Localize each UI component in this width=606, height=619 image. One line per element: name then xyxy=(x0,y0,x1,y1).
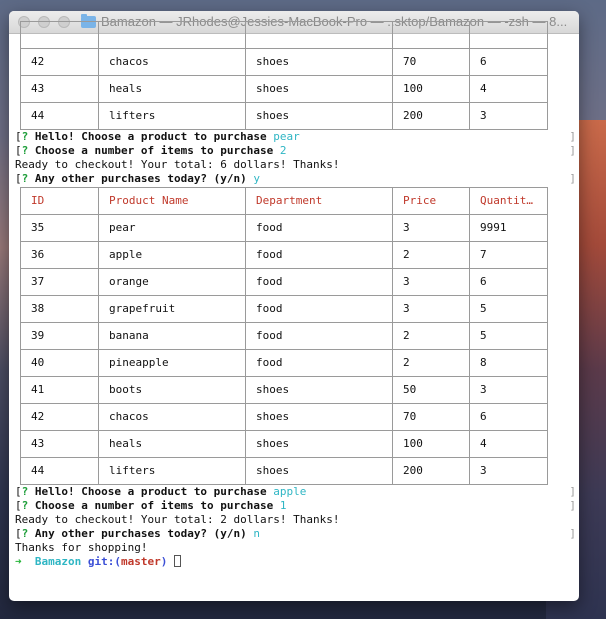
terminal-window[interactable]: Bamazon — JRhodes@Jessies-MacBook-Pro — … xyxy=(9,11,579,601)
output-line: Ready to checkout! Your total: 6 dollars… xyxy=(15,158,340,171)
output-line: Thanks for shopping! xyxy=(15,541,148,554)
answer-text: apple xyxy=(273,485,307,498)
prompt-line: [? Hello! Choose a product to purchase a… xyxy=(15,485,576,498)
terminal-output[interactable]: 42 chacos shoes 70 6 43 heals shoes 100 … xyxy=(15,21,579,601)
git-branch: master xyxy=(120,555,161,568)
text-cursor[interactable] xyxy=(173,555,181,567)
answer-text: n xyxy=(253,527,261,540)
table-row: 37 orange food 3 6 xyxy=(20,268,548,296)
prompt-line: [? Choose a number of items to purchase … xyxy=(15,144,576,157)
table-row: 42 chacos shoes 70 6 xyxy=(20,403,548,431)
shell-prompt[interactable]: ➜ Bamazon git:(master) xyxy=(15,555,579,569)
prompt-directory: Bamazon xyxy=(34,555,82,568)
table-row: 44 lifters shoes 200 3 xyxy=(20,102,548,130)
git-label: git:( xyxy=(87,555,121,568)
table-row: 39 banana food 2 5 xyxy=(20,322,548,350)
column-header: Department xyxy=(245,187,393,215)
table-row: 44 lifters shoes 200 3 xyxy=(20,457,548,485)
answer-text: y xyxy=(253,172,261,185)
table-row: 36 apple food 2 7 xyxy=(20,241,548,269)
arrow-icon: ➜ xyxy=(15,555,22,568)
column-header: Product Name xyxy=(98,187,246,215)
prompt-line: [? Hello! Choose a product to purchase p… xyxy=(15,130,576,143)
product-table: ID Product Name Department Price Quantit… xyxy=(20,187,548,485)
answer-text: 2 xyxy=(279,144,287,157)
table-row: 41 boots shoes 50 3 xyxy=(20,376,548,404)
table-header-row: ID Product Name Department Price Quantit… xyxy=(20,187,548,215)
column-header: Price xyxy=(392,187,470,215)
table-row: 38 grapefruit food 3 5 xyxy=(20,295,548,323)
output-line: Ready to checkout! Your total: 2 dollars… xyxy=(15,513,340,526)
table-row: 43 heals shoes 100 4 xyxy=(20,430,548,458)
answer-text: pear xyxy=(273,130,300,143)
prompt-line: [? Choose a number of items to purchase … xyxy=(15,499,576,512)
table-row: 35 pear food 3 9991 xyxy=(20,214,548,242)
table-row: 43 heals shoes 100 4 xyxy=(20,75,548,103)
first-table: 42 chacos shoes 70 6 43 heals shoes 100 … xyxy=(20,21,548,130)
table-row xyxy=(20,21,548,49)
prompt-line: [? Any other purchases today? (y/n) n] xyxy=(15,527,576,540)
prompt-line: [? Any other purchases today? (y/n) y] xyxy=(15,172,576,185)
answer-text: 1 xyxy=(279,499,287,512)
table-row: 42 chacos shoes 70 6 xyxy=(20,48,548,76)
column-header: Quantit… xyxy=(469,187,548,215)
column-header: ID xyxy=(20,187,99,215)
table-row: 40 pineapple food 2 8 xyxy=(20,349,548,377)
